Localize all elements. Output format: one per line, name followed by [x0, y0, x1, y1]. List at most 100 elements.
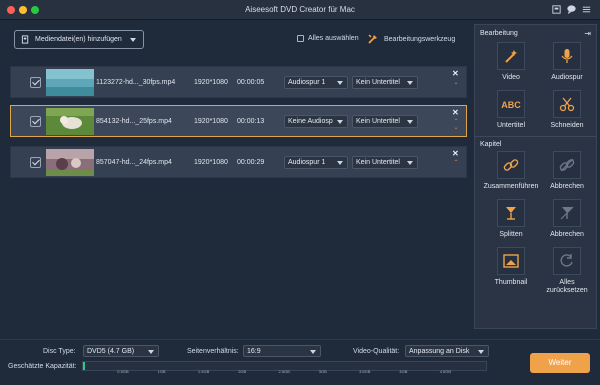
file-row[interactable]: 854132-hd..._25fps.mp4 1920*1080 00:00:1…: [10, 105, 467, 137]
subtitle-dropdown[interactable]: Kein Untertitel: [352, 156, 418, 169]
subtitle-dropdown[interactable]: Kein Untertitel: [352, 115, 418, 128]
remove-file-icon[interactable]: ✕: [452, 69, 459, 78]
subtitle-value: Kein Untertitel: [356, 159, 400, 166]
move-down-icon[interactable]: ⌄: [452, 125, 460, 131]
register-icon[interactable]: [551, 4, 562, 15]
panel-divider: [475, 136, 596, 137]
abc-icon: ABC: [501, 100, 521, 110]
reorder-arrows[interactable]: ⌄: [452, 80, 460, 86]
capacity-tick-label: 2.5GB: [278, 369, 290, 374]
next-button[interactable]: Weiter: [530, 353, 590, 373]
video-thumbnail: [46, 69, 94, 96]
reset-icon: [560, 254, 573, 267]
split-icon: [506, 207, 516, 220]
chevron-down-icon: [337, 120, 343, 124]
unlink-icon: [559, 158, 575, 172]
document-add-icon: [21, 35, 29, 44]
select-all-label: Alles auswählen: [308, 35, 359, 42]
file-resolution: 1920*1080: [194, 118, 228, 125]
video-edit-button[interactable]: Video: [483, 42, 539, 82]
reorder-arrows[interactable]: ⌃: [452, 160, 460, 166]
capacity-bar: 0.5GB 1GB 1.5GB 2GB 2.5GB 3GB 3.5GB 4GB 4.5GB: [82, 361, 487, 374]
menu-icon[interactable]: [581, 4, 592, 15]
disc-type-label: Disc Type:: [43, 348, 76, 355]
row-checkbox[interactable]: [30, 77, 41, 88]
file-name: 854132-hd..._25fps.mp4: [96, 118, 172, 125]
remove-file-icon[interactable]: ✕: [452, 149, 459, 158]
capacity-tick-label: 3GB: [318, 369, 327, 374]
select-all-checkbox[interactable]: Alles auswählen: [297, 35, 359, 42]
chevron-down-icon: [407, 81, 413, 85]
video-quality-dropdown[interactable]: Anpassung an Disk: [405, 345, 489, 357]
cancel-split-label: Abbrechen: [550, 231, 584, 238]
disc-type-dropdown[interactable]: DVD5 (4.7 GB): [83, 345, 159, 357]
audio-track-dropdown[interactable]: Keine Audiosp: [284, 115, 348, 128]
move-down-icon[interactable]: ⌄: [452, 80, 460, 86]
subtitle-label: Untertitel: [496, 122, 525, 129]
thumbnail-label: Thumbnail: [494, 279, 528, 286]
file-row[interactable]: 857047-hd..._24fps.mp4 1920*1080 00:00:2…: [10, 146, 467, 178]
svg-text:ABC: ABC: [501, 100, 521, 110]
reorder-arrows[interactable]: ⌃ ⌄: [452, 119, 460, 131]
edit-tool-button[interactable]: Bearbeitungswerkzeug: [367, 33, 455, 45]
cancel-merge-label: Abbrechen: [550, 183, 584, 190]
split-label: Splitten: [499, 231, 523, 238]
unsplit-icon: [560, 206, 574, 220]
picture-icon: [503, 254, 519, 268]
cancel-split-button[interactable]: Abbrechen: [539, 199, 595, 239]
add-media-label: Mediendatei(en) hinzufügen: [35, 36, 122, 43]
window-title: Aiseesoft DVD Creator für Mac: [245, 5, 355, 14]
chevron-down-icon: [407, 161, 413, 165]
row-checkbox[interactable]: [30, 157, 41, 168]
file-duration: 00:00:29: [237, 159, 265, 166]
file-duration: 00:00:05: [237, 79, 265, 86]
capacity-tick-label: 3.5GB: [359, 369, 371, 374]
microphone-icon: [561, 49, 573, 63]
subtitle-value: Kein Untertitel: [356, 79, 400, 86]
merge-label: Zusammenführen: [483, 183, 539, 190]
move-up-icon[interactable]: ⌃: [452, 160, 460, 166]
file-name: 857047-hd..._24fps.mp4: [96, 159, 172, 166]
cut-label: Schneiden: [550, 122, 584, 129]
audio-track-value: Audiospur 1: [288, 79, 326, 86]
subtitle-dropdown[interactable]: Kein Untertitel: [352, 76, 418, 89]
expand-panel-icon[interactable]: ⇥: [584, 29, 591, 38]
thumbnail-button[interactable]: Thumbnail: [483, 247, 539, 287]
magic-wand-icon: [505, 50, 517, 63]
merge-button[interactable]: Zusammenführen: [483, 151, 539, 191]
cancel-merge-button[interactable]: Abbrechen: [539, 151, 595, 191]
audio-track-dropdown[interactable]: Audiospur 1: [284, 76, 348, 89]
video-quality-value: Anpassung an Disk: [409, 348, 470, 355]
add-media-button[interactable]: Mediendatei(en) hinzufügen: [14, 30, 144, 49]
file-resolution: 1920*1080: [194, 79, 228, 86]
chevron-down-icon: [407, 120, 413, 124]
reset-label: Alles zurücksetzen: [546, 279, 588, 294]
audio-label: Audiospur: [551, 74, 583, 81]
tools-icon: [368, 34, 377, 44]
row-checkbox[interactable]: [30, 116, 41, 127]
edit-panel: Bearbeitung ⇥ Video Audiospur ABC Untert…: [474, 24, 597, 329]
aspect-ratio-label: Seitenverhältnis:: [187, 348, 239, 355]
video-quality-label: Video-Qualität:: [353, 348, 400, 355]
aspect-ratio-dropdown[interactable]: 16:9: [243, 345, 321, 357]
split-button[interactable]: Splitten: [483, 199, 539, 239]
chevron-down-icon: [337, 81, 343, 85]
chevron-down-icon: [310, 350, 316, 354]
checkbox-box[interactable]: [297, 35, 304, 42]
link-icon: [503, 159, 519, 171]
file-duration: 00:00:13: [237, 118, 265, 125]
file-row[interactable]: 1123272-hd..._30fps.mp4 1920*1080 00:00:…: [10, 66, 467, 98]
reset-all-button[interactable]: Alles zurücksetzen: [539, 247, 595, 295]
chevron-down-icon: [148, 350, 154, 354]
audio-track-dropdown[interactable]: Audiospur 1: [284, 156, 348, 169]
video-label: Video: [502, 74, 520, 81]
audio-track-button[interactable]: Audiospur: [539, 42, 595, 82]
subtitle-value: Kein Untertitel: [356, 118, 400, 125]
chat-icon[interactable]: [566, 4, 577, 15]
video-thumbnail: [46, 149, 94, 176]
subtitle-button[interactable]: ABC Untertitel: [483, 90, 539, 130]
remove-file-icon[interactable]: ✕: [452, 108, 459, 117]
capacity-fill: [83, 362, 85, 370]
cut-button[interactable]: Schneiden: [539, 90, 595, 130]
chevron-down-icon: [478, 350, 484, 354]
